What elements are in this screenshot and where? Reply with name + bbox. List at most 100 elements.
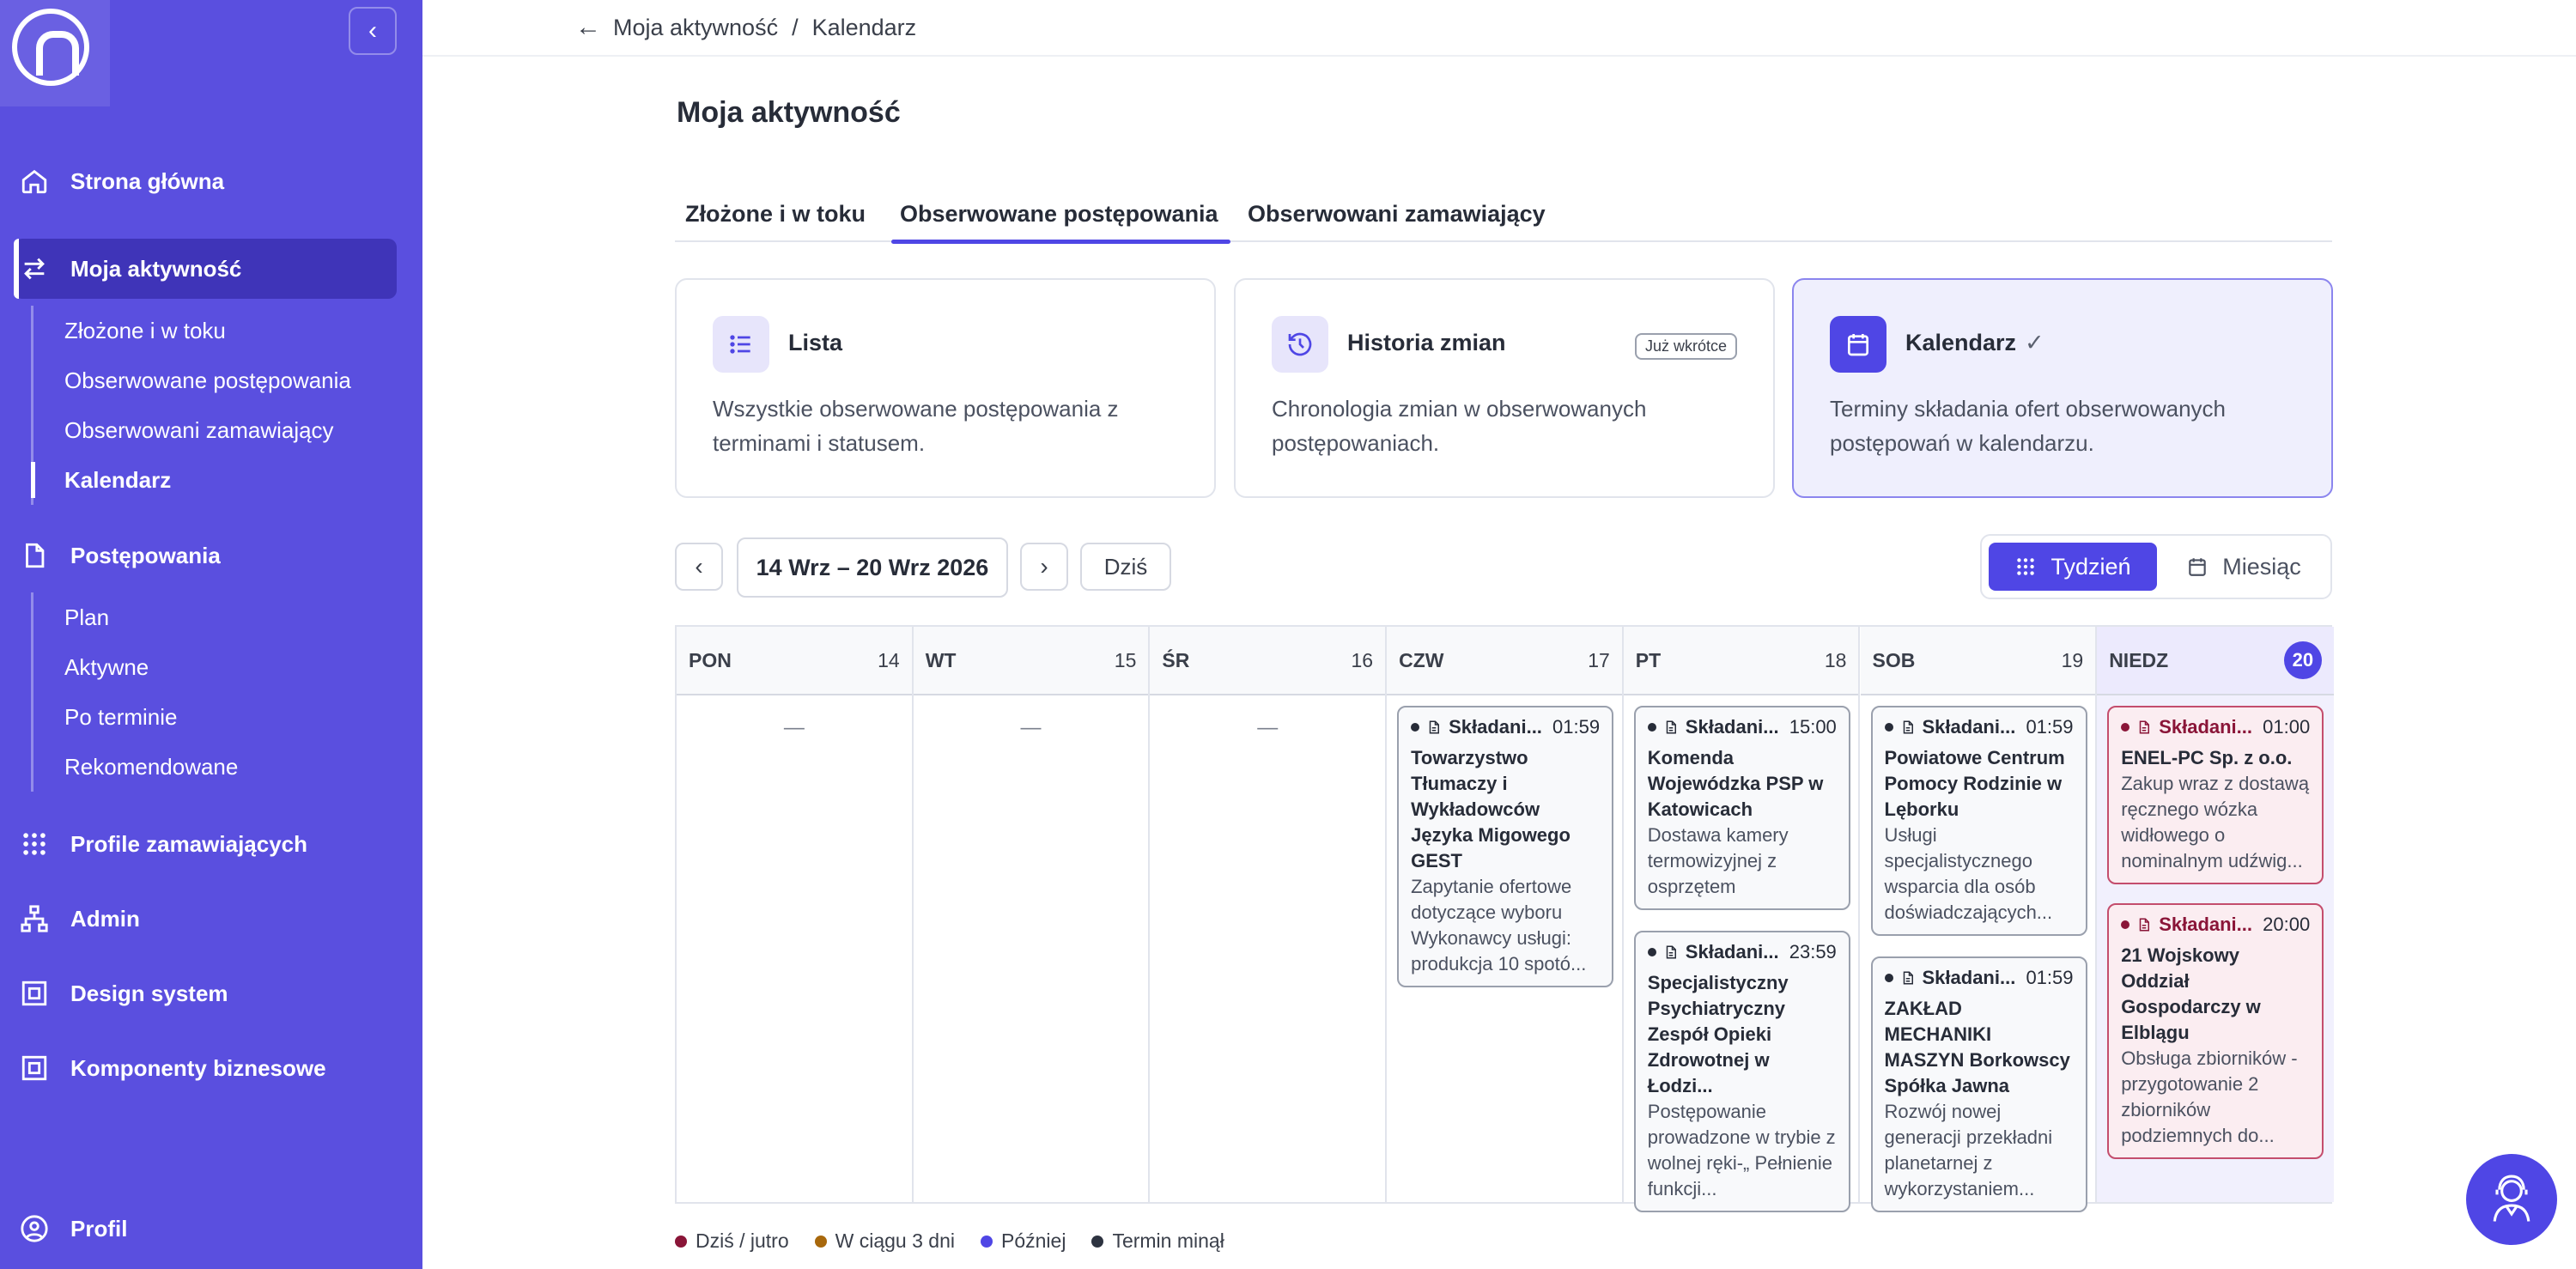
day-column-sat: SOB 19 Składani... 01:59 Powiatowe Centr… xyxy=(1860,627,2098,1212)
event-type: Składani... xyxy=(2159,716,2253,738)
tab-observed-buyers[interactable]: Obserwowani zamawiający xyxy=(1248,185,1546,242)
event-header: Składani... 23:59 xyxy=(1647,939,1837,965)
calendar-icon xyxy=(2189,558,2206,576)
event-card[interactable]: Składani... 20:00 21 Wojskowy Oddział Go… xyxy=(2107,903,2324,1159)
mode-card-title: Historia zmian xyxy=(1347,330,1506,355)
event-organization: 21 Wojskowy Oddział Gospodarczy w Elbląg… xyxy=(2121,944,2261,1043)
sidebar-item-active[interactable]: Aktywne xyxy=(33,642,238,692)
legend: Dziś / jutro W ciągu 3 dni Później Termi… xyxy=(675,1230,1250,1253)
month-view-button[interactable]: Miesiąc xyxy=(2162,543,2325,591)
event-card[interactable]: Składani... 01:59 Powiatowe Centrum Pomo… xyxy=(1870,706,2087,936)
nav-home[interactable]: Strona główna xyxy=(14,151,397,211)
day-column-tue: WT 15 — xyxy=(913,627,1151,1202)
status-dot xyxy=(1647,948,1656,956)
day-header: CZW 17 xyxy=(1387,627,1622,695)
day-column-mon: PON 14 — xyxy=(677,627,914,1202)
nav-buyer-profiles[interactable]: Profile zamawiających xyxy=(14,814,397,874)
event-header: Składani... 01:59 xyxy=(1884,965,2074,991)
day-header: PON 14 xyxy=(677,627,912,695)
chevron-left-icon: ‹ xyxy=(695,553,703,580)
month-view-label: Miesiąc xyxy=(2222,553,2301,580)
coming-soon-badge: Już wkrótce xyxy=(1634,333,1737,360)
chevron-right-icon: › xyxy=(1040,553,1048,580)
sidebar-item-recommended[interactable]: Rekomendowane xyxy=(33,742,238,792)
day-name: NIEDZ xyxy=(2109,648,2169,671)
logo-area[interactable] xyxy=(0,0,110,106)
day-column-fri: PT 18 Składani... 15:00 Komenda Wojewódz… xyxy=(1623,627,1861,1212)
hierarchy-icon xyxy=(14,898,55,939)
user-circle-icon xyxy=(14,1208,55,1249)
view-toggle: Tydzień Miesiąc xyxy=(1980,534,2332,599)
breadcrumb: ← Moja aktywność / Kalendarz xyxy=(422,0,2576,57)
mode-card-list[interactable]: Lista Wszystkie obserwowane postępowania… xyxy=(675,278,1216,498)
event-card[interactable]: Składani... 23:59 Specjalistyczny Psychi… xyxy=(1633,931,1850,1212)
no-events-marker: — xyxy=(1257,716,1279,739)
event-time: 01:59 xyxy=(2026,967,2074,988)
nav-design-system[interactable]: Design system xyxy=(14,963,397,1023)
mode-card-desc: Wszystkie obserwowane postępowania z ter… xyxy=(713,396,1119,456)
proceedings-submenu: Plan Aktywne Po terminie Rekomendowane xyxy=(31,592,238,792)
prev-week-button[interactable]: ‹ xyxy=(675,543,723,591)
sidebar-item-submitted[interactable]: Złożone i w toku xyxy=(33,306,351,355)
nav-my-activity[interactable]: Moja aktywność xyxy=(14,239,397,299)
legend-dot xyxy=(675,1235,687,1248)
day-name: SOB xyxy=(1872,648,1916,671)
event-card[interactable]: Składani... 01:59 ZAKŁAD MECHANIKI MASZY… xyxy=(1870,956,2087,1212)
breadcrumb-parent[interactable]: Moja aktywność xyxy=(613,15,778,41)
check-icon: ✓ xyxy=(2025,330,2044,355)
event-organization: ENEL-PC Sp. z o.o. xyxy=(2121,747,2293,768)
arrow-left-icon[interactable]: ← xyxy=(575,13,601,42)
assistant-button[interactable] xyxy=(2466,1154,2557,1245)
event-description: Obsługa zbiorników - przygotowanie 2 zbi… xyxy=(2121,1047,2298,1146)
event-header: Składani... 01:59 xyxy=(1884,714,2074,740)
day-column-thu: CZW 17 Składani... 01:59 Towarzystwo Tłu… xyxy=(1387,627,1624,1202)
app-logo xyxy=(12,9,89,86)
nav-proceedings[interactable]: Postępowania xyxy=(14,525,397,586)
sidebar-item-after-deadline[interactable]: Po terminie xyxy=(33,692,238,742)
week-view-button[interactable]: Tydzień xyxy=(1989,543,2157,591)
nav-admin[interactable]: Admin xyxy=(14,889,397,949)
event-type: Składani... xyxy=(1685,716,1779,738)
legend-dot xyxy=(1091,1235,1104,1248)
event-card[interactable]: Składani... 01:00 ENEL-PC Sp. z o.o. Zak… xyxy=(2107,706,2324,884)
arrows-exchange-icon xyxy=(14,248,55,289)
day-column-wed: ŚR 16 — xyxy=(1150,627,1388,1202)
nav-profile[interactable]: Profil xyxy=(14,1199,397,1259)
event-card[interactable]: Składani... 01:59 Towarzystwo Tłumaczy i… xyxy=(1397,706,1614,987)
mode-card-history[interactable]: Historia zmian Już wkrótce Chronologia z… xyxy=(1234,278,1775,498)
event-organization: Powiatowe Centrum Pomocy Rodzinie w Lębo… xyxy=(1884,747,2065,820)
legend-item-3-days: W ciągu 3 dni xyxy=(814,1230,955,1253)
event-time: 01:59 xyxy=(2026,716,2074,738)
mode-card-calendar[interactable]: Kalendarz ✓ Terminy składania ofert obser… xyxy=(1792,278,2333,498)
sidebar-item-calendar[interactable]: Kalendarz xyxy=(31,455,351,505)
home-icon xyxy=(14,161,55,202)
today-button[interactable]: Dziś xyxy=(1080,543,1171,591)
event-time: 01:59 xyxy=(1552,716,1601,738)
tab-submitted[interactable]: Złożone i w toku xyxy=(685,185,866,242)
event-time: 20:00 xyxy=(2263,914,2311,935)
sidebar-item-observed-buyers[interactable]: Obserwowani zamawiający xyxy=(33,405,351,455)
event-header: Składani... 20:00 xyxy=(2121,912,2310,938)
event-card[interactable]: Składani... 15:00 Komenda Wojewódzka PSP… xyxy=(1633,706,1850,910)
day-number: 16 xyxy=(1351,648,1374,671)
day-name: PT xyxy=(1635,648,1662,671)
tab-observed-proceedings[interactable]: Obserwowane postępowania xyxy=(891,185,1230,244)
history-icon xyxy=(1272,316,1328,373)
event-description: Rozwój nowej generacji przekładni planet… xyxy=(1884,1101,2053,1199)
chevron-left-icon: ‹ xyxy=(368,16,377,45)
sidebar-item-plan[interactable]: Plan xyxy=(33,592,238,642)
sidebar-item-observed-proceedings[interactable]: Obserwowane postępowania xyxy=(33,355,351,405)
legend-label: W ciągu 3 dni xyxy=(835,1230,955,1252)
event-type: Składani... xyxy=(1685,941,1779,962)
legend-item-later: Później xyxy=(981,1230,1066,1253)
nav-business-components[interactable]: Komponenty biznesowe xyxy=(14,1038,397,1098)
collapse-sidebar-button[interactable]: ‹ xyxy=(349,7,397,55)
event-type: Składani... xyxy=(1922,716,2016,738)
day-number: 19 xyxy=(2061,648,2084,671)
event-description: Postępowanie prowadzone w trybie z wolne… xyxy=(1647,1101,1836,1199)
nav-buyer-profiles-label: Profile zamawiających xyxy=(70,830,308,857)
day-column-sun: NIEDZ 20 Składani... 01:00 ENEL-PC Sp. z… xyxy=(2097,627,2334,1202)
day-header: ŚR 16 xyxy=(1150,627,1386,695)
today-marker: 20 xyxy=(2283,641,2322,679)
next-week-button[interactable]: › xyxy=(1020,543,1068,591)
